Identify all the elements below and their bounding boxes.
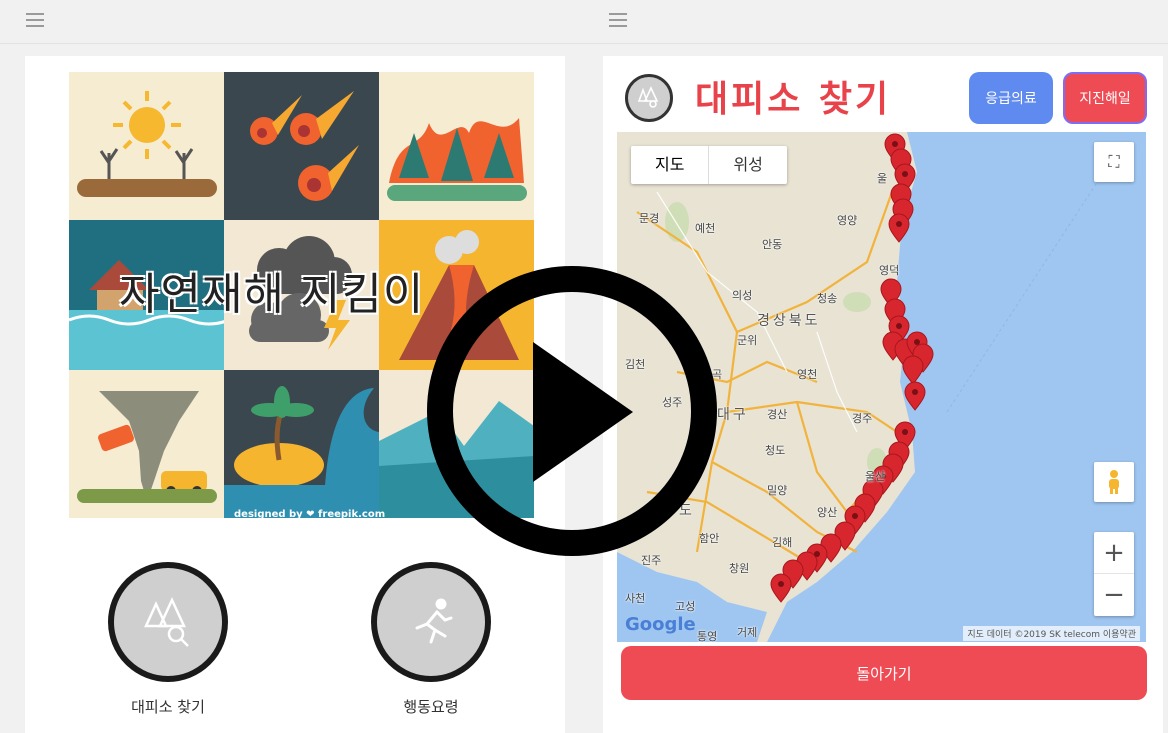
map-label-sacheon: 사천 xyxy=(625,592,646,605)
tornado-tile xyxy=(69,370,224,518)
map-label-gyeongsan: 경산 xyxy=(767,408,788,421)
map-label-gimhae: 김해 xyxy=(772,536,793,549)
hero-title: 자연재해 지킴이 xyxy=(119,269,425,320)
map-label-yangsan: 양산 xyxy=(817,506,838,519)
drought-tile xyxy=(69,72,224,220)
shelter-button[interactable] xyxy=(108,562,228,682)
map-label-andong: 안동 xyxy=(762,238,783,251)
wildfire-tile xyxy=(379,72,534,220)
video-frame: 자연재해 지킴이 designed by ❤ freepik.com 대피소 찾… xyxy=(0,0,1168,733)
shelter-logo xyxy=(625,74,673,122)
shelter-button-label: 대피소 찾기 xyxy=(131,698,205,716)
running-person-icon xyxy=(415,598,453,644)
street-view-pegman[interactable] xyxy=(1094,462,1134,502)
map-label-gyeongju: 경주 xyxy=(852,412,873,425)
google-logo: Google xyxy=(625,614,696,635)
back-button[interactable]: 돌아가기 xyxy=(621,646,1147,700)
map-label-mungyeong: 문경 xyxy=(639,212,660,225)
map-label-daegu: 대구 xyxy=(717,407,749,423)
map-label-miryang: 밀양 xyxy=(767,484,788,497)
map-label-yeongcheon: 영천 xyxy=(797,368,818,381)
map-label-geoje: 거제 xyxy=(737,626,758,639)
play-icon[interactable] xyxy=(425,264,719,558)
fullscreen-button[interactable]: ⛶ xyxy=(1094,142,1134,182)
zoom-out-button[interactable]: − xyxy=(1094,574,1134,616)
map-attribution[interactable]: 지도 데이터 ©2019 SK telecom 이용약관 xyxy=(963,626,1140,641)
map-label-tongyeong: 통영 xyxy=(697,630,718,642)
menu-icon[interactable] xyxy=(26,13,44,27)
map-label-ulsan: 울산 xyxy=(865,470,886,483)
left-top-bar xyxy=(0,0,585,44)
map-label-changwon: 창원 xyxy=(729,562,750,575)
pegman-icon xyxy=(1109,470,1119,494)
page-title: 대피소 찾기 xyxy=(695,79,892,120)
map-label-yeongdeok: 영덕 xyxy=(879,264,900,277)
earthquake-tsunami-button[interactable]: 지진해일 xyxy=(1063,72,1147,124)
zoom-in-button[interactable]: + xyxy=(1094,532,1134,574)
map-type-map[interactable]: 지도 xyxy=(631,146,710,184)
map-label-cheongsong: 청송 xyxy=(817,292,838,305)
emergency-medical-button[interactable]: 응급의료 xyxy=(969,72,1053,124)
map-label-cheongdo: 청도 xyxy=(765,444,786,457)
shelter-icon xyxy=(637,86,659,108)
map-label-uljin: 울 xyxy=(877,172,888,185)
fullscreen-icon: ⛶ xyxy=(1108,152,1120,171)
map-type-toggle: 지도 위성 xyxy=(631,146,787,184)
zoom-control: + − xyxy=(1094,532,1134,616)
map-type-satellite[interactable]: 위성 xyxy=(709,146,786,184)
meteor-tile xyxy=(224,72,379,220)
map-label-yeongyang: 영양 xyxy=(837,214,858,227)
freepik-credit: designed by ❤ freepik.com xyxy=(234,509,386,518)
map-label-gyeongbuk: 경상북도 xyxy=(757,313,821,329)
tsunami-tile xyxy=(224,370,379,518)
right-top-bar xyxy=(585,0,1168,44)
action-guide-button-label: 행동요령 xyxy=(403,698,459,716)
map-label-uiseong: 의성 xyxy=(732,289,753,302)
action-guide-button[interactable] xyxy=(371,562,491,682)
shelter-icon xyxy=(144,597,189,647)
menu-icon[interactable] xyxy=(609,13,627,27)
map-label-goseong: 고성 xyxy=(675,600,696,613)
map-label-gunwi: 군위 xyxy=(737,334,758,347)
map-label-yecheon: 예천 xyxy=(695,222,716,235)
